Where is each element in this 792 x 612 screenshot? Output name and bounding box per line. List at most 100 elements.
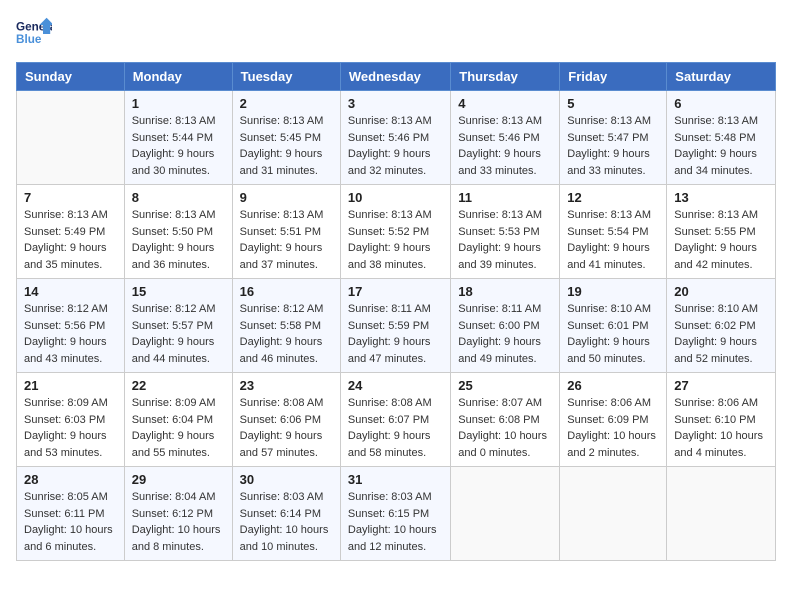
sunrise-text: Sunrise: 8:12 AM	[24, 303, 108, 315]
day-info: Sunrise: 8:11 AMSunset: 5:59 PMDaylight:…	[348, 301, 443, 367]
sunrise-text: Sunrise: 8:10 AM	[674, 303, 758, 315]
day-number: 19	[567, 284, 659, 299]
daylight-text: Daylight: 9 hours and 46 minutes.	[240, 336, 323, 365]
sunrise-text: Sunrise: 8:12 AM	[132, 303, 216, 315]
sunrise-text: Sunrise: 8:08 AM	[348, 397, 432, 409]
sunrise-text: Sunrise: 8:10 AM	[567, 303, 651, 315]
sunset-text: Sunset: 5:52 PM	[348, 226, 429, 238]
day-number: 6	[674, 96, 768, 111]
calendar-cell: 19 Sunrise: 8:10 AMSunset: 6:01 PMDayligh…	[560, 279, 667, 373]
daylight-text: Daylight: 9 hours and 58 minutes.	[348, 430, 431, 459]
sunset-text: Sunset: 5:53 PM	[458, 226, 539, 238]
sunrise-text: Sunrise: 8:13 AM	[458, 115, 542, 127]
calendar-cell: 30Sunrise: 8:03 AMSunset: 6:14 PMDayligh…	[232, 467, 340, 561]
day-info: Sunrise: 8:12 AMSunset: 5:57 PMDaylight:…	[132, 301, 225, 367]
sunrise-text: Sunrise: 8:05 AM	[24, 491, 108, 503]
calendar-cell: 17 Sunrise: 8:11 AMSunset: 5:59 PMDayligh…	[340, 279, 450, 373]
day-info: Sunrise: 8:12 AMSunset: 5:58 PMDaylight:…	[240, 301, 333, 367]
calendar-cell: 24Sunrise: 8:08 AMSunset: 6:07 PMDayligh…	[340, 373, 450, 467]
day-info: Sunrise: 8:09 AMSunset: 6:04 PMDaylight:…	[132, 395, 225, 461]
calendar-cell: 18Sunrise: 8:11 AMSunset: 6:00 PMDayligh…	[451, 279, 560, 373]
sunrise-text: Sunrise: 8:13 AM	[24, 209, 108, 221]
day-number: 8	[132, 190, 225, 205]
sunset-text: Sunset: 6:03 PM	[24, 414, 105, 426]
calendar-cell: 2Sunrise: 8:13 AMSunset: 5:45 PMDaylight…	[232, 91, 340, 185]
daylight-text: Daylight: 9 hours and 43 minutes.	[24, 336, 107, 365]
daylight-text: Daylight: 9 hours and 30 minutes.	[132, 148, 215, 177]
week-row-5: 28 Sunrise: 8:05 AMSunset: 6:11 PMDayligh…	[17, 467, 776, 561]
day-info: Sunrise: 8:13 AMSunset: 5:49 PMDaylight:…	[24, 207, 117, 273]
day-number: 5	[567, 96, 659, 111]
day-info: Sunrise: 8:06 AMSunset: 6:09 PMDaylight:…	[567, 395, 659, 461]
daylight-text: Daylight: 9 hours and 49 minutes.	[458, 336, 541, 365]
sunset-text: Sunset: 6:08 PM	[458, 414, 539, 426]
week-row-3: 14Sunrise: 8:12 AMSunset: 5:56 PMDayligh…	[17, 279, 776, 373]
day-number: 21	[24, 378, 117, 393]
weekday-header-saturday: Saturday	[667, 63, 776, 91]
day-info: Sunrise: 8:13 AMSunset: 5:46 PMDaylight:…	[348, 113, 443, 179]
calendar-cell: 9Sunrise: 8:13 AMSunset: 5:51 PMDaylight…	[232, 185, 340, 279]
sunrise-text: Sunrise: 8:13 AM	[240, 115, 324, 127]
sunrise-text: Sunrise: 8:13 AM	[132, 209, 216, 221]
sunset-text: Sunset: 5:59 PM	[348, 320, 429, 332]
daylight-text: Daylight: 9 hours and 35 minutes.	[24, 242, 107, 271]
sunrise-text: Sunrise: 8:13 AM	[348, 209, 432, 221]
daylight-text: Daylight: 9 hours and 36 minutes.	[132, 242, 215, 271]
sunset-text: Sunset: 6:00 PM	[458, 320, 539, 332]
sunset-text: Sunset: 6:06 PM	[240, 414, 321, 426]
calendar-cell: 12Sunrise: 8:13 AMSunset: 5:54 PMDayligh…	[560, 185, 667, 279]
day-number: 22	[132, 378, 225, 393]
sunset-text: Sunset: 5:55 PM	[674, 226, 755, 238]
day-number: 13	[674, 190, 768, 205]
daylight-text: Daylight: 9 hours and 37 minutes.	[240, 242, 323, 271]
sunrise-text: Sunrise: 8:03 AM	[348, 491, 432, 503]
week-row-4: 21 Sunrise: 8:09 AM Sunset: 6:03 PM Dayligh…	[17, 373, 776, 467]
daylight-text: Daylight: 9 hours and 52 minutes.	[674, 336, 757, 365]
calendar-cell: 21Sunrise: 8:09 AMSunset: 6:03 PMDayligh…	[17, 373, 125, 467]
daylight-text: Daylight: 9 hours and 57 minutes.	[240, 430, 323, 459]
daylight-text: Daylight: 9 hours and 55 minutes.	[132, 430, 215, 459]
calendar-cell	[667, 467, 776, 561]
daylight-text: Daylight: 10 hours and 10 minutes.	[240, 524, 329, 553]
calendar-cell: 20Sunrise: 8:10 AMSunset: 6:02 PMDayligh…	[667, 279, 776, 373]
day-number: 11	[458, 190, 552, 205]
weekday-header-thursday: Thursday	[451, 63, 560, 91]
calendar-cell: 27Sunrise: 8:06 AMSunset: 6:10 PMDayligh…	[667, 373, 776, 467]
daylight-text: Daylight: 9 hours and 33 minutes.	[567, 148, 650, 177]
day-number: 7	[24, 190, 117, 205]
calendar-cell: 3Sunrise: 8:13 AMSunset: 5:46 PMDaylight…	[340, 91, 450, 185]
day-number: 17	[348, 284, 443, 299]
day-number: 31	[348, 472, 443, 487]
day-info: Sunrise: 8:03 AMSunset: 6:15 PMDaylight:…	[348, 489, 443, 555]
sunrise-text: Sunrise: 8:13 AM	[348, 115, 432, 127]
calendar-cell: 16 Sunrise: 8:12 AMSunset: 5:58 PMDayligh…	[232, 279, 340, 373]
calendar-cell	[17, 91, 125, 185]
sunrise-text: Sunrise: 8:04 AM	[132, 491, 216, 503]
sunrise-text: Sunrise: 8:06 AM	[567, 397, 651, 409]
calendar-cell: 31 Sunrise: 8:03 AMSunset: 6:15 PMDayligh…	[340, 467, 450, 561]
daylight-text: Daylight: 9 hours and 53 minutes.	[24, 430, 107, 459]
sunset-text: Sunset: 6:14 PM	[240, 508, 321, 520]
sunrise-text: Sunrise: 8:06 AM	[674, 397, 758, 409]
calendar-table: SundayMondayTuesdayWednesdayThursdayFrid…	[16, 62, 776, 561]
sunrise-text: Sunrise: 8:09 AM	[132, 397, 216, 409]
day-number: 12	[567, 190, 659, 205]
day-number: 28	[24, 472, 117, 487]
daylight-text: Daylight: 9 hours and 44 minutes.	[132, 336, 215, 365]
day-info: Sunrise: 8:13 AMSunset: 5:53 PMDaylight:…	[458, 207, 552, 273]
day-info: Sunrise: 8:07 AMSunset: 6:08 PMDaylight:…	[458, 395, 552, 461]
calendar-cell: 7 Sunrise: 8:13 AMSunset: 5:49 PMDaylight…	[17, 185, 125, 279]
svg-text:Blue: Blue	[16, 33, 42, 46]
day-number: 16	[240, 284, 333, 299]
day-info: Sunrise: 8:13 AMSunset: 5:55 PMDaylight:…	[674, 207, 768, 273]
day-info: Sunrise: 8:08 AMSunset: 6:07 PMDaylight:…	[348, 395, 443, 461]
weekday-header-wednesday: Wednesday	[340, 63, 450, 91]
sunrise-text: Sunrise: 8:13 AM	[240, 209, 324, 221]
day-info: Sunrise: 8:10 AMSunset: 6:01 PMDaylight:…	[567, 301, 659, 367]
day-info: Sunrise: 8:05 AMSunset: 6:11 PMDaylight:…	[24, 489, 117, 555]
day-info: Sunrise: 8:13 AMSunset: 5:45 PMDaylight:…	[240, 113, 333, 179]
daylight-text: Daylight: 10 hours and 8 minutes.	[132, 524, 221, 553]
daylight-text: Daylight: 9 hours and 39 minutes.	[458, 242, 541, 271]
daylight-text: Daylight: 9 hours and 47 minutes.	[348, 336, 431, 365]
day-number: 29	[132, 472, 225, 487]
